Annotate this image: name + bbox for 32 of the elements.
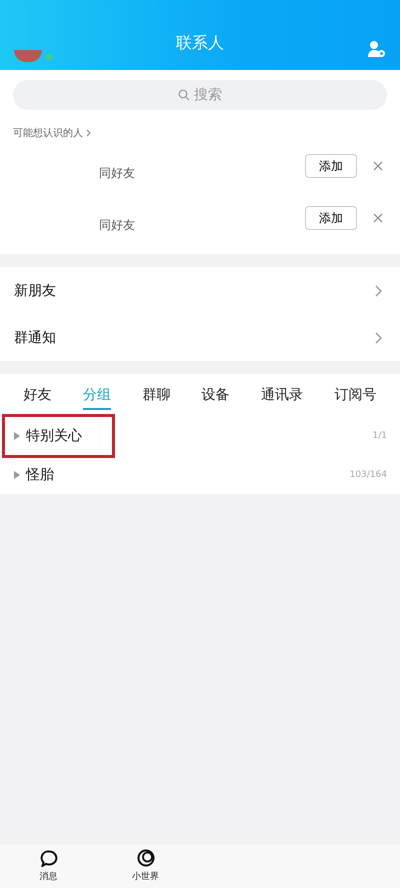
chevron-right-icon	[86, 129, 91, 137]
add-button[interactable]: 添加	[305, 154, 357, 178]
list-row[interactable]: 新朋友	[0, 267, 400, 314]
nav-item[interactable]: 小世界	[97, 844, 194, 888]
mutual-friend-label: 同好友	[99, 164, 136, 182]
group-name[interactable]: 特别关心	[26, 426, 373, 444]
tab[interactable]: 通讯录	[260, 386, 303, 410]
group-name[interactable]: 怪胎	[26, 466, 350, 484]
chevron-right-icon	[375, 284, 382, 296]
close-icon[interactable]	[373, 213, 383, 223]
page-title: 联系人	[176, 33, 224, 54]
tab[interactable]: 群聊	[142, 386, 170, 410]
mutual-friend-label: 同好友	[99, 216, 136, 234]
close-icon[interactable]	[373, 161, 383, 171]
suggestions-link[interactable]: 可能想认识的人	[13, 126, 83, 140]
online-status-icon	[46, 54, 52, 60]
nav-item[interactable]: 消息	[0, 844, 97, 888]
avatar[interactable]	[14, 50, 42, 62]
tab[interactable]: 订阅号	[334, 386, 376, 410]
online-count: 1/1	[372, 430, 387, 440]
add-contact-icon[interactable]	[368, 40, 386, 58]
chat-bubble-icon	[40, 850, 58, 866]
expand-triangle-icon[interactable]	[14, 432, 20, 440]
chevron-right-icon	[375, 332, 382, 344]
planet-icon	[136, 849, 154, 867]
tab[interactable]: 好友	[24, 386, 52, 410]
list-row[interactable]: 群通知	[0, 314, 400, 361]
search-icon	[178, 89, 190, 101]
add-button[interactable]: 添加	[305, 206, 357, 230]
online-count: 103/164	[350, 470, 387, 480]
tab[interactable]: 设备	[202, 386, 230, 410]
expand-triangle-icon[interactable]	[14, 470, 20, 478]
